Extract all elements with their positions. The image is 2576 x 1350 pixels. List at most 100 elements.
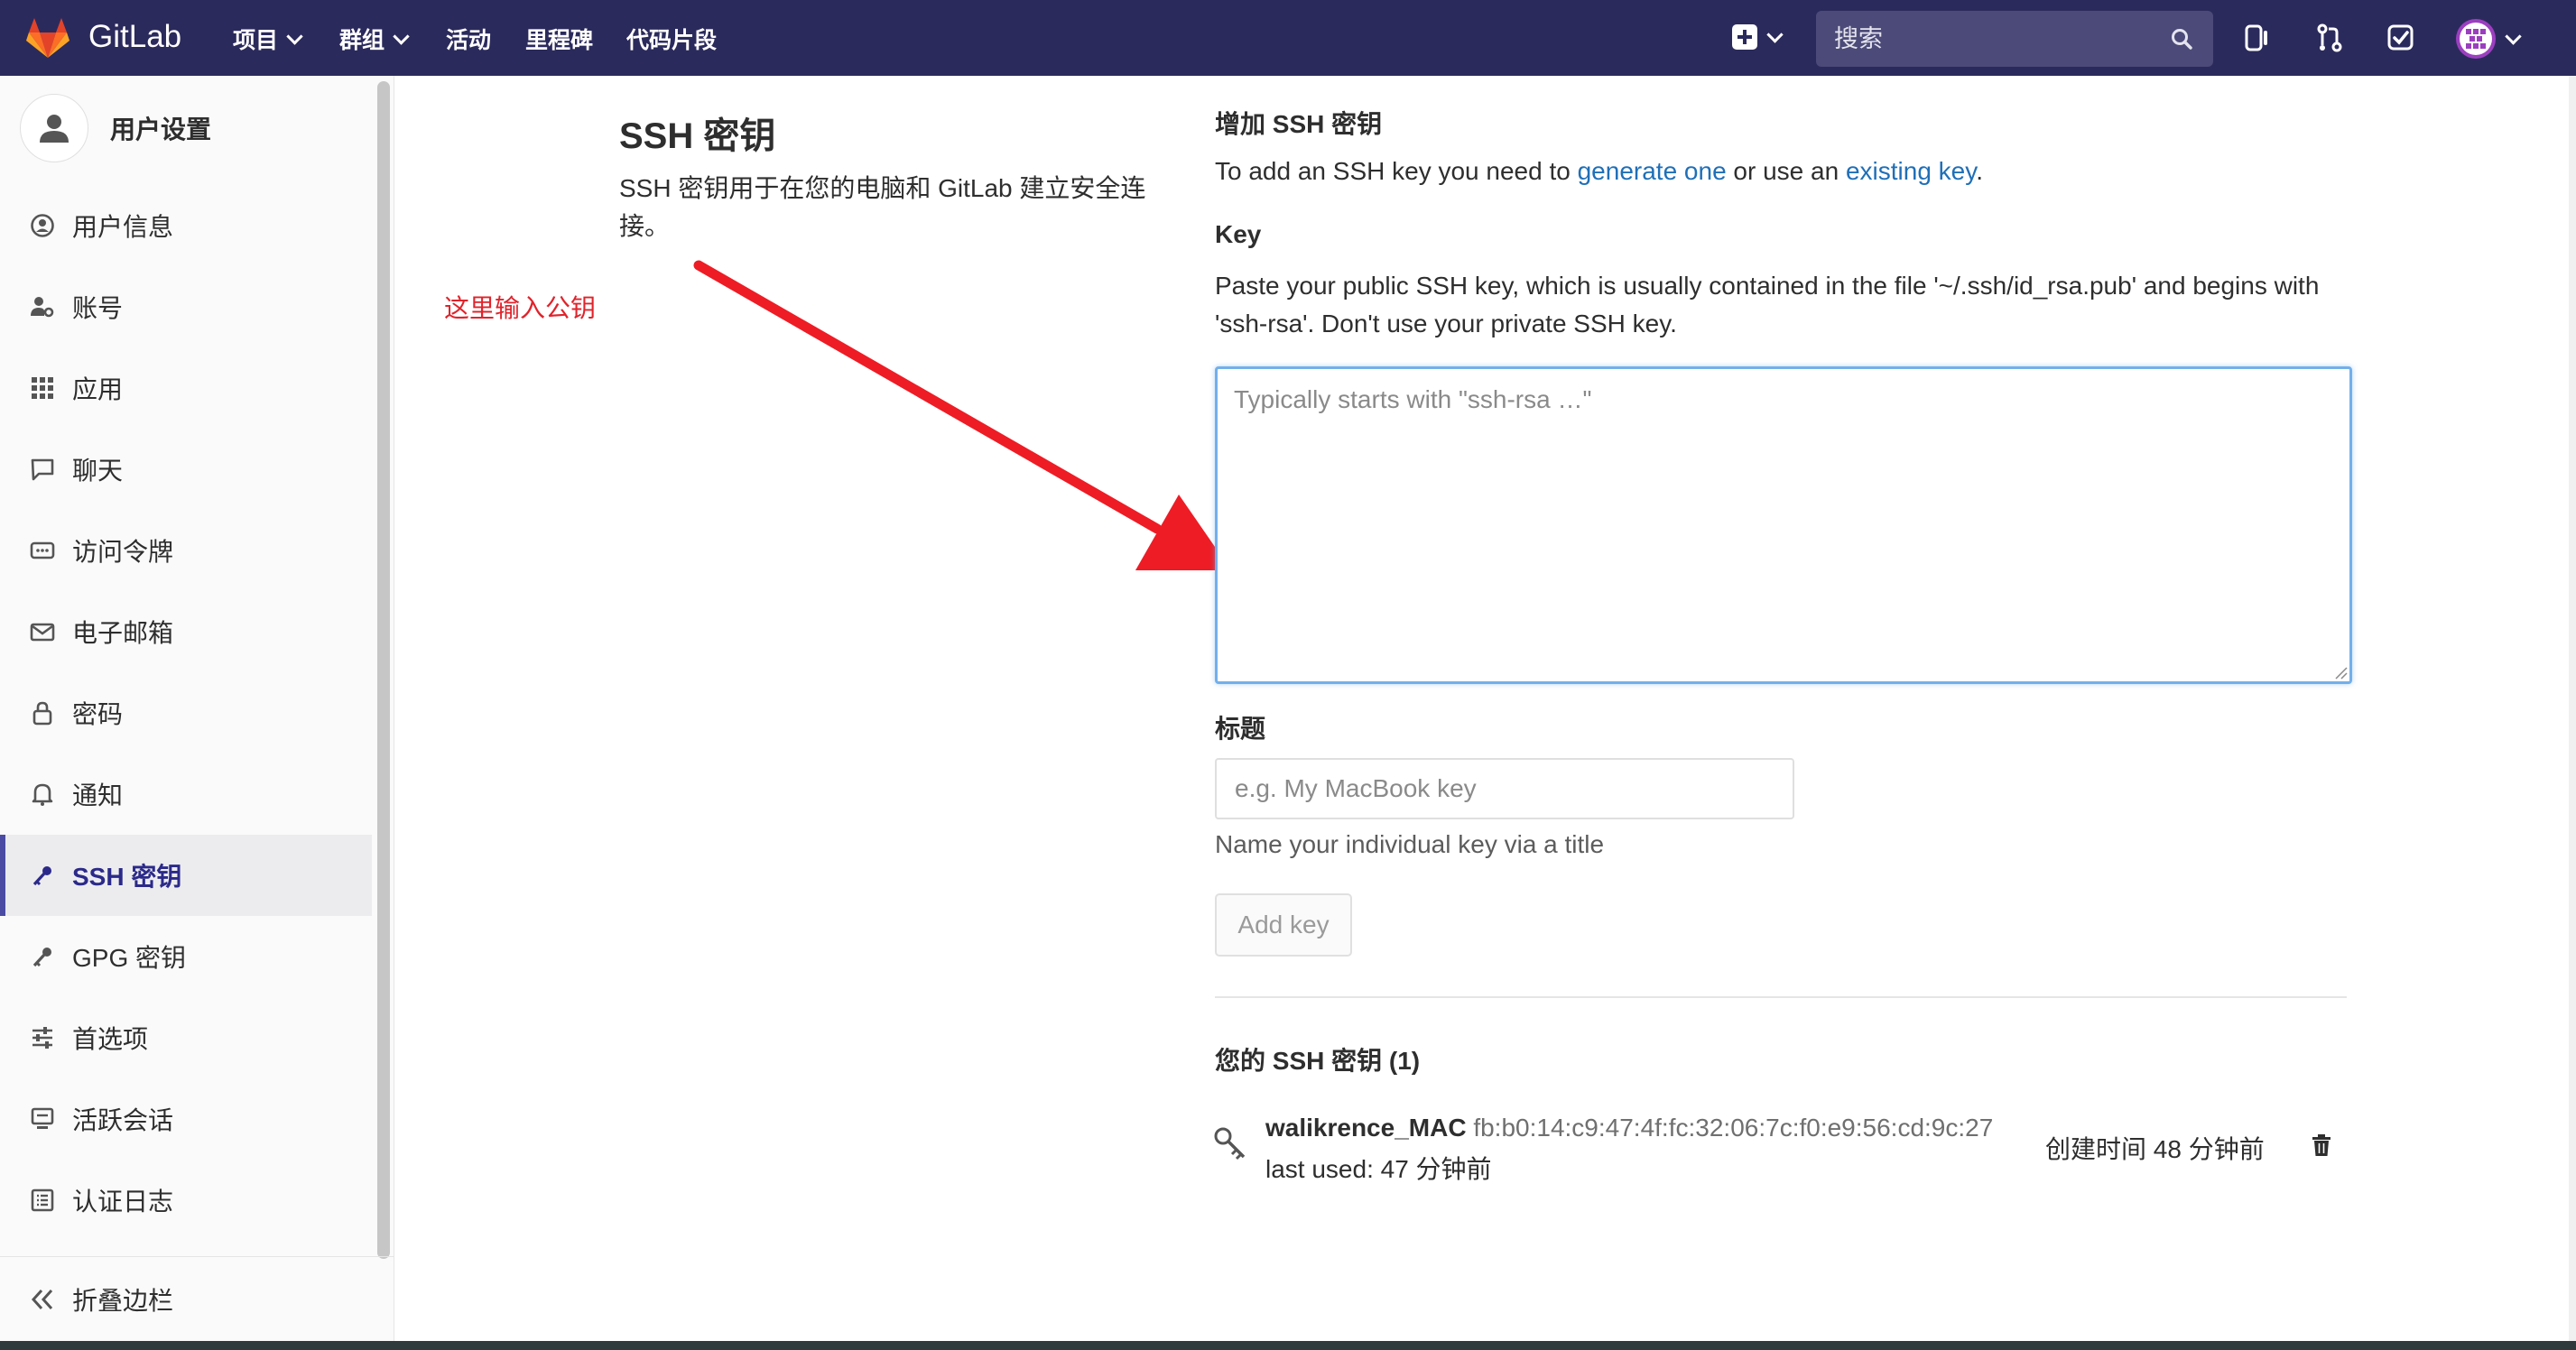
page-title: SSH 密钥 <box>619 116 776 156</box>
add-key-button[interactable]: Add key <box>1215 893 1352 957</box>
todo-icon[interactable] <box>2386 23 2415 52</box>
sidebar-item-label: 活跃会话 <box>72 1106 174 1134</box>
sidebar-item-label: 聊天 <box>72 457 124 485</box>
chevron-down-icon <box>393 27 410 45</box>
nav-snippets[interactable]: 代码片段 <box>626 23 717 55</box>
title-label: 标题 <box>1215 715 1266 743</box>
issues-icon[interactable] <box>2244 23 2271 52</box>
key-icon <box>29 862 56 889</box>
title-input-wrapper <box>1215 758 1794 819</box>
nav-projects[interactable]: 项目 <box>233 23 303 55</box>
sidebar-item-applications[interactable]: 应用 <box>0 347 372 429</box>
sidebar-item-notifications[interactable]: 通知 <box>0 754 372 835</box>
sidebar-item-emails[interactable]: 电子邮箱 <box>0 591 372 672</box>
search-input[interactable] <box>1816 23 2170 54</box>
chevron-down-icon <box>286 27 303 45</box>
ssh-key-name: walikrence_MAC <box>1265 1114 1467 1142</box>
mail-icon <box>29 618 56 645</box>
search-icon[interactable] <box>2170 27 2193 51</box>
nav-projects-label: 项目 <box>233 28 279 53</box>
your-keys-heading: 您的 SSH 密钥 (1) <box>1215 1047 1421 1075</box>
sidebar-item-access-tokens[interactable]: 访问令牌 <box>0 510 372 591</box>
nav-milestones[interactable]: 里程碑 <box>525 23 593 55</box>
applications-icon <box>29 374 56 402</box>
sidebar-item-label: 首选项 <box>72 1025 149 1053</box>
collapse-sidebar-label: 折叠边栏 <box>72 1287 174 1315</box>
nav-milestones-label: 里程碑 <box>525 28 594 53</box>
sidebar-scrollbar[interactable] <box>377 81 390 1259</box>
nav-groups[interactable]: 群组 <box>339 23 410 55</box>
nav-activity-label: 活动 <box>446 28 492 53</box>
generate-one-link[interactable]: generate one <box>1578 157 1727 185</box>
top-navbar: GitLab 项目 群组 活动 里程碑 代码片段 <box>0 0 2576 76</box>
sidebar-item-password[interactable]: 密码 <box>0 672 372 754</box>
sidebar-item-label: 账号 <box>72 294 124 322</box>
existing-key-link[interactable]: existing key <box>1846 157 1976 185</box>
sidebar-item-account[interactable]: 账号 <box>0 266 372 347</box>
key-textarea[interactable] <box>1218 369 2349 681</box>
user-settings-avatar <box>20 94 88 162</box>
sidebar-item-ssh-keys[interactable]: SSH 密钥 <box>0 835 372 916</box>
sidebar-item-label: 访问令牌 <box>72 538 174 566</box>
sidebar-item-label: 应用 <box>72 375 124 403</box>
ssh-key-created: 创建时间 48 分钟前 <box>2045 1135 2265 1163</box>
ssh-key-entry[interactable]: walikrence_MAC fb:b0:14:c9:47:4f:fc:32:0… <box>1265 1114 1993 1142</box>
profile-icon <box>29 212 56 239</box>
title-input[interactable] <box>1217 760 1793 818</box>
sidebar-item-gpg-keys[interactable]: GPG 密钥 <box>0 916 372 997</box>
merge-request-icon[interactable] <box>2316 23 2343 52</box>
avatar <box>2456 19 2496 59</box>
nav-snippets-label: 代码片段 <box>626 28 718 53</box>
preferences-icon <box>29 1024 56 1051</box>
nav-groups-label: 群组 <box>339 28 385 53</box>
token-icon <box>29 537 56 564</box>
key-label: Key <box>1215 220 1262 248</box>
sidebar-title: 用户设置 <box>110 116 212 143</box>
chevron-down-icon <box>2505 27 2522 45</box>
sidebar-item-label: 认证日志 <box>72 1188 174 1216</box>
intro-text: To add an SSH key you need to <box>1215 157 1578 185</box>
sidebar-item-label: 密码 <box>72 700 124 728</box>
account-icon <box>29 293 56 320</box>
intro-text: . <box>1976 157 1983 185</box>
key-icon <box>1214 1127 1246 1160</box>
intro-text: or use an <box>1726 157 1846 185</box>
title-help-text: Name your individual key via a title <box>1215 830 1605 858</box>
resize-handle-icon[interactable] <box>2333 665 2348 680</box>
annotation-arrow-icon <box>693 260 1231 570</box>
nav-activity[interactable]: 活动 <box>446 23 491 55</box>
sidebar-item-label: SSH 密钥 <box>72 863 182 891</box>
chevron-down-icon <box>1766 25 1784 43</box>
annotation-text: 这里输入公钥 <box>444 294 597 322</box>
page-description: SSH 密钥用于在您的电脑和 GitLab 建立安全连接。 <box>619 174 1146 240</box>
user-menu[interactable] <box>2455 18 2522 60</box>
log-icon <box>29 1187 56 1214</box>
ssh-key-last-used: last used: 47 分钟前 <box>1265 1155 1492 1183</box>
plus-square-icon <box>1732 24 1757 50</box>
collapse-sidebar-button[interactable]: 折叠边栏 <box>0 1259 394 1340</box>
double-chevron-left-icon <box>29 1287 56 1312</box>
ssh-key-fingerprint: fb:b0:14:c9:47:4f:fc:32:06:7c:f0:e9:56:c… <box>1473 1114 1994 1142</box>
brand-name[interactable]: GitLab <box>88 19 181 55</box>
sidebar-item-preferences[interactable]: 首选项 <box>0 997 372 1078</box>
key-textarea-wrapper <box>1215 366 2352 684</box>
window-edge <box>2569 76 2576 1341</box>
sidebar-item-chat[interactable]: 聊天 <box>0 429 372 510</box>
trash-icon[interactable] <box>2311 1133 2332 1157</box>
chat-icon <box>29 456 56 483</box>
lock-icon <box>29 699 56 726</box>
gitlab-logo-icon[interactable] <box>25 16 70 60</box>
sidebar-item-label: 通知 <box>72 781 124 809</box>
new-item-dropdown[interactable] <box>1731 23 1784 51</box>
monitor-icon <box>29 1105 56 1133</box>
search-box <box>1816 11 2213 67</box>
sidebar-item-label: GPG 密钥 <box>72 944 187 972</box>
sidebar-item-label: 电子邮箱 <box>72 619 174 647</box>
sidebar-divider <box>0 1256 394 1257</box>
sidebar-item-label: 用户信息 <box>72 213 174 241</box>
sidebar-item-auth-log[interactable]: 认证日志 <box>0 1160 372 1241</box>
sidebar-item-profile[interactable]: 用户信息 <box>0 185 372 266</box>
sidebar-item-active-sessions[interactable]: 活跃会话 <box>0 1078 372 1160</box>
window-bottom-edge <box>0 1341 2576 1350</box>
section-divider <box>1215 996 2347 998</box>
